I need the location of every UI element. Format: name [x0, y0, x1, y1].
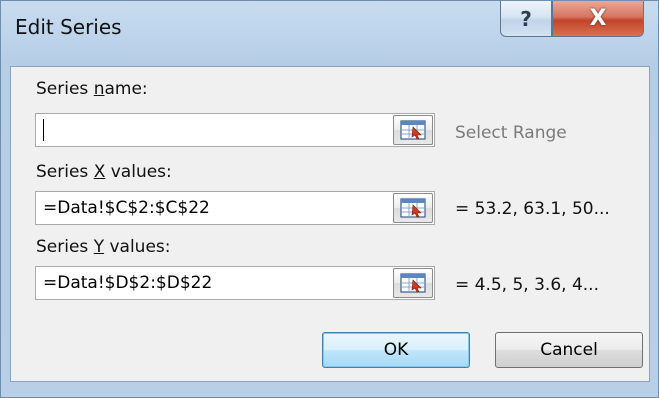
cancel-button[interactable]: Cancel [495, 332, 643, 368]
series-name-preview: Select Range [455, 123, 567, 143]
series-x-preview: = 53.2, 63.1, 50... [455, 199, 610, 219]
series-x-input[interactable]: =Data!$C$2:$C$22 [35, 191, 435, 225]
edit-series-dialog: Edit Series ? X Series name: Select Rang… [0, 0, 659, 398]
series-name-label: Series name: [36, 79, 148, 99]
series-y-label: Series Y values: [36, 237, 171, 257]
series-x-label: Series X values: [36, 162, 172, 182]
close-button[interactable]: X [552, 1, 644, 37]
series-y-preview: = 4.5, 5, 3.6, 4... [455, 275, 599, 295]
text-caret [43, 119, 44, 141]
collapse-dialog-icon [400, 120, 426, 140]
series-y-range-button[interactable] [393, 268, 433, 298]
close-icon: X [589, 6, 607, 31]
help-button[interactable]: ? [500, 1, 552, 37]
series-y-input[interactable]: =Data!$D$2:$D$22 [35, 266, 435, 300]
dialog-body: Series name: Select Range Series X value… [10, 66, 650, 382]
ok-button[interactable]: OK [322, 332, 470, 368]
collapse-dialog-icon [400, 198, 426, 218]
series-name-input[interactable] [35, 113, 435, 147]
dialog-title: Edit Series [15, 15, 122, 39]
help-icon: ? [520, 6, 532, 31]
series-x-range-button[interactable] [393, 193, 433, 223]
collapse-dialog-icon [400, 273, 426, 293]
series-name-range-button[interactable] [393, 115, 433, 145]
